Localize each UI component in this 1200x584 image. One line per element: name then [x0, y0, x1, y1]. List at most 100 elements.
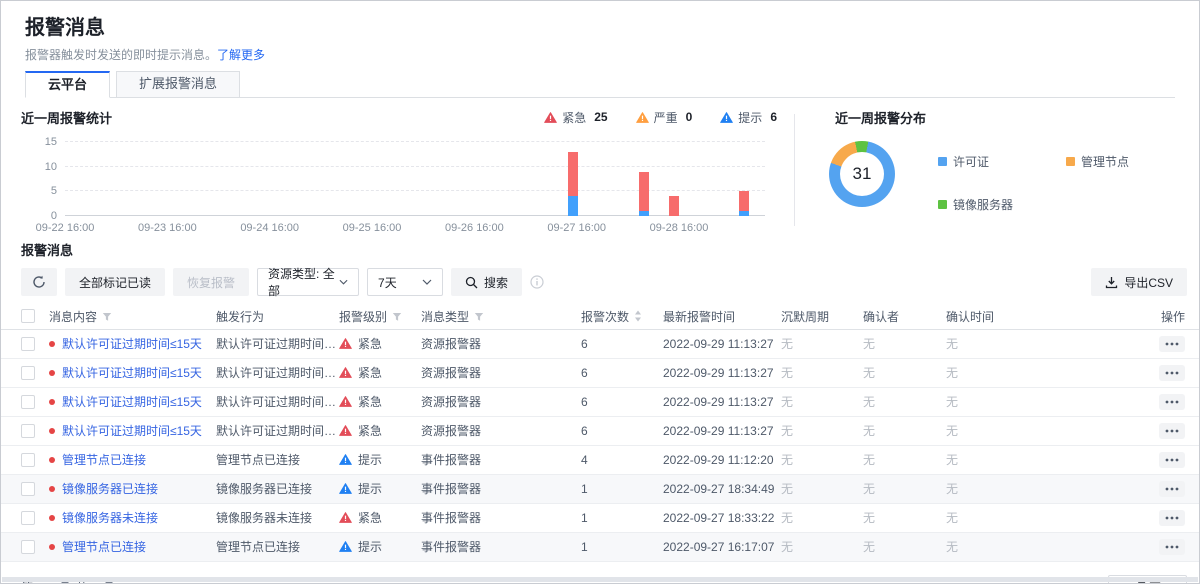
- chevron-down-icon: [339, 279, 348, 285]
- trigger-cell: 默认许可证过期时间≤15天，...: [216, 329, 339, 358]
- unread-dot-icon: [49, 341, 55, 347]
- alarm-messages-page: 报警消息 报警器触发时发送的即时提示消息。了解更多 云平台扩展报警消息 近一周报…: [0, 0, 1200, 584]
- donut-legend-item-许可证[interactable]: 许可证: [938, 153, 1066, 170]
- alarm-count-cell: 6: [581, 358, 663, 387]
- donut-legend-item-管理节点[interactable]: 管理节点: [1066, 153, 1194, 170]
- mark-all-read-button[interactable]: 全部标记已读: [65, 268, 165, 296]
- row-actions-button[interactable]: [1159, 452, 1185, 468]
- table-section-title: 报警消息: [1, 242, 1199, 260]
- row-checkbox[interactable]: [21, 337, 35, 351]
- level-badge: 紧急: [339, 335, 382, 352]
- bar-segment-提示: [639, 211, 649, 216]
- row-actions-button[interactable]: [1159, 365, 1185, 381]
- message-link[interactable]: 默认许可证过期时间≤15天: [62, 335, 202, 352]
- bar-chart-title: 近一周报警统计: [21, 108, 112, 127]
- more-actions-icon: [1165, 371, 1179, 375]
- y-axis-label: 10: [45, 161, 57, 173]
- page-title: 报警消息: [25, 15, 1175, 41]
- silence-cell: 无: [781, 329, 863, 358]
- search-icon: [465, 276, 478, 289]
- stacked-bar[interactable]: [639, 172, 649, 216]
- row-checkbox[interactable]: [21, 395, 35, 409]
- donut-chart-title: 近一周报警分布: [835, 108, 1199, 127]
- row-actions-button[interactable]: [1159, 394, 1185, 410]
- filter-funnel-icon[interactable]: [392, 312, 402, 322]
- legend-item-提示[interactable]: 提示6: [720, 109, 777, 126]
- row-actions-button[interactable]: [1159, 336, 1185, 352]
- row-checkbox[interactable]: [21, 482, 35, 496]
- message-type-cell: 事件报警器: [421, 503, 581, 532]
- stacked-bar[interactable]: [568, 152, 578, 216]
- row-checkbox[interactable]: [21, 453, 35, 467]
- filter-funnel-icon[interactable]: [474, 312, 484, 322]
- acknowledger-cell: 无: [863, 532, 946, 561]
- ack-time-cell: 无: [946, 445, 1101, 474]
- filter-funnel-icon[interactable]: [102, 312, 112, 322]
- stacked-bar[interactable]: [739, 191, 749, 216]
- row-checkbox[interactable]: [21, 540, 35, 554]
- row-actions-button[interactable]: [1159, 539, 1185, 555]
- ack-time-cell: 无: [946, 503, 1101, 532]
- refresh-button[interactable]: [21, 268, 57, 296]
- row-actions-button[interactable]: [1159, 423, 1185, 439]
- message-type-cell: 事件报警器: [421, 445, 581, 474]
- row-checkbox[interactable]: [21, 424, 35, 438]
- resource-type-select[interactable]: 资源类型: 全部: [257, 268, 359, 296]
- page-header: 报警消息 报警器触发时发送的即时提示消息。了解更多 云平台扩展报警消息: [1, 1, 1199, 98]
- level-badge: 紧急: [339, 509, 382, 526]
- column-header-acknowledger: 确认者: [863, 304, 946, 329]
- x-axis-label: 09-22 16:00: [36, 222, 95, 234]
- level-badge: 紧急: [339, 364, 382, 381]
- bottom-scrollbar-track[interactable]: [2, 577, 1198, 582]
- warning-triangle-icon: [339, 425, 352, 436]
- message-link[interactable]: 默认许可证过期时间≤15天: [62, 393, 202, 410]
- message-type-cell: 资源报警器: [421, 416, 581, 445]
- level-badge: 提示: [339, 451, 382, 468]
- search-button[interactable]: 搜索: [451, 268, 522, 296]
- alarm-count-cell: 1: [581, 503, 663, 532]
- acknowledger-cell: 无: [863, 358, 946, 387]
- row-actions-button[interactable]: [1159, 481, 1185, 497]
- tab-cloud-platform[interactable]: 云平台: [25, 71, 110, 98]
- message-link[interactable]: 管理节点已连接: [62, 451, 146, 468]
- unread-dot-icon: [49, 515, 55, 521]
- export-csv-button[interactable]: 导出CSV: [1091, 268, 1187, 296]
- time-range-select[interactable]: 7天: [367, 268, 443, 296]
- warning-triangle-icon: [339, 338, 352, 349]
- warning-triangle-icon: [339, 367, 352, 378]
- gridline: [65, 166, 765, 167]
- restore-alarm-button[interactable]: 恢复报警: [173, 268, 249, 296]
- trigger-cell: 默认许可证过期时间≤15天，...: [216, 387, 339, 416]
- silence-cell: 无: [781, 387, 863, 416]
- row-actions-button[interactable]: [1159, 510, 1185, 526]
- message-link[interactable]: 管理节点已连接: [62, 538, 146, 555]
- bar-chart: 05101509-22 16:0009-23 16:0009-24 16:000…: [21, 138, 777, 234]
- alarm-distribution-panel: 近一周报警分布 31 许可证管理节点镜像服务器: [815, 108, 1199, 234]
- column-header-last_time: 最新报警时间: [663, 304, 781, 329]
- level-badge: 提示: [339, 538, 382, 555]
- donut-legend-item-镜像服务器[interactable]: 镜像服务器: [938, 196, 1066, 213]
- warning-triangle-icon: [339, 483, 352, 494]
- message-link[interactable]: 镜像服务器已连接: [62, 480, 158, 497]
- learn-more-link[interactable]: 了解更多: [217, 48, 265, 62]
- info-icon[interactable]: [530, 275, 544, 289]
- tab-extended-alarm[interactable]: 扩展报警消息: [116, 71, 240, 98]
- alarm-table: 消息内容触发行为报警级别消息类型报警次数最新报警时间沉默周期确认者确认时间操作 …: [1, 304, 1199, 562]
- message-type-cell: 事件报警器: [421, 474, 581, 503]
- select-all-checkbox[interactable]: [21, 309, 35, 323]
- legend-item-紧急[interactable]: 紧急25: [544, 109, 607, 126]
- row-checkbox[interactable]: [21, 511, 35, 525]
- legend-item-严重[interactable]: 严重0: [636, 109, 693, 126]
- last-alarm-time-cell: 2022-09-29 11:13:27: [663, 358, 781, 387]
- message-link[interactable]: 默认许可证过期时间≤15天: [62, 364, 202, 381]
- last-alarm-time-cell: 2022-09-27 18:33:22: [663, 503, 781, 532]
- warning-triangle-icon: [720, 112, 733, 123]
- acknowledger-cell: 无: [863, 329, 946, 358]
- alarm-count-cell: 6: [581, 387, 663, 416]
- message-link[interactable]: 默认许可证过期时间≤15天: [62, 422, 202, 439]
- row-checkbox[interactable]: [21, 366, 35, 380]
- sort-icon[interactable]: [634, 310, 642, 322]
- message-link[interactable]: 镜像服务器未连接: [62, 509, 158, 526]
- stacked-bar[interactable]: [669, 196, 679, 216]
- message-type-cell: 资源报警器: [421, 387, 581, 416]
